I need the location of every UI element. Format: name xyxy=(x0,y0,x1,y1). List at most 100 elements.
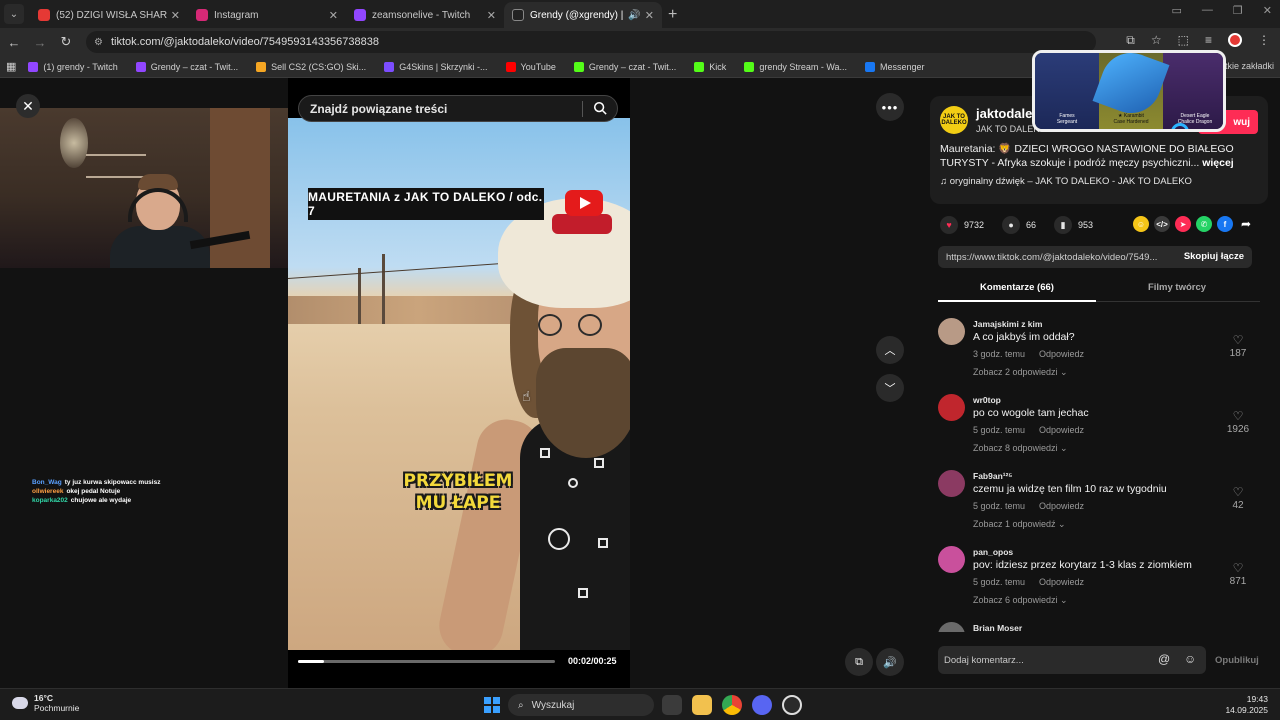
new-tab-icon[interactable]: + xyxy=(668,6,677,24)
other-bookmarks[interactable]: tkie zakładki xyxy=(1225,61,1274,71)
bookmark-item[interactable]: grendy Stream - Wa... xyxy=(744,61,847,72)
comment-avatar[interactable] xyxy=(938,546,965,573)
minimize-icon[interactable]: — xyxy=(1202,4,1213,17)
bookmark-item[interactable]: Grendy – czat - Twit... xyxy=(573,61,676,72)
file-explorer-icon[interactable] xyxy=(692,695,712,715)
site-settings-icon[interactable]: ⚙ xyxy=(94,37,103,48)
comment-timestamp: 3 godz. temu xyxy=(973,349,1026,359)
whatsapp-icon[interactable]: ✆ xyxy=(1196,216,1212,232)
search-icon[interactable] xyxy=(593,101,607,115)
audio-playing-icon[interactable]: 🔊 xyxy=(628,10,640,21)
browser-tab-1[interactable]: (52) DZIGI WISŁA SHARKS - PYT ✕ xyxy=(30,2,188,28)
comment-like-button[interactable]: ♡ 871 xyxy=(1224,562,1252,587)
maximize-icon[interactable]: ❐ xyxy=(1233,4,1243,17)
comment-avatar[interactable] xyxy=(938,622,965,632)
save-button[interactable]: ▮ 953 xyxy=(1054,216,1093,234)
apps-grid-icon[interactable]: ▦ xyxy=(6,60,16,73)
profile-avatar[interactable] xyxy=(1228,33,1242,47)
system-clock[interactable]: 19:43 14.09.2025 xyxy=(1225,694,1268,716)
volume-button[interactable]: 🔊 xyxy=(876,648,904,676)
comment-avatar[interactable] xyxy=(938,470,965,497)
bookmark-star-icon[interactable]: ☆ xyxy=(1151,33,1162,48)
view-replies-button[interactable]: Zobacz 8 odpowiedzi ⌄ xyxy=(973,443,1068,454)
bookmark-item[interactable]: Grendy – czat - Twit... xyxy=(135,61,238,72)
weather-widget[interactable]: 16°C Pochmurnie xyxy=(12,693,79,713)
reload-icon[interactable]: ↻ xyxy=(54,34,78,50)
close-tab-icon[interactable]: ✕ xyxy=(487,9,496,22)
tab-comments[interactable]: Komentarze (66) xyxy=(938,282,1096,302)
sound-link[interactable]: ♫ oryginalny dźwięk – JAK TO DALEKO - JA… xyxy=(940,176,1192,187)
comment-like-button[interactable]: ♡ 42 xyxy=(1224,486,1252,511)
bookmark-item[interactable]: (1) grendy - Twitch xyxy=(28,61,118,72)
obs-icon[interactable] xyxy=(782,695,802,715)
view-replies-button[interactable]: Zobacz 1 odpowiedź ⌄ xyxy=(973,519,1066,530)
facebook-icon[interactable]: f xyxy=(1217,216,1233,232)
share-arrow-icon[interactable]: ➦ xyxy=(1238,216,1254,232)
close-tab-icon[interactable]: ✕ xyxy=(171,9,180,22)
close-tab-icon[interactable]: ✕ xyxy=(329,9,338,22)
bookmark-item[interactable]: Kick xyxy=(694,61,726,72)
comment-like-button[interactable]: ♡ 1926 xyxy=(1224,410,1252,435)
reply-button[interactable]: Odpowiedz xyxy=(1039,349,1084,359)
comment-like-button[interactable]: ♡ 187 xyxy=(1224,334,1252,359)
bookmark-item[interactable]: G4Skins | Skrzynki -... xyxy=(384,61,488,72)
copy-link-button[interactable]: Skopiuj łącze xyxy=(1184,251,1244,262)
like-button[interactable]: ♥ 9732 xyxy=(940,216,984,234)
close-video-icon[interactable]: ✕ xyxy=(16,94,40,118)
install-app-icon[interactable]: ⧉ xyxy=(1126,33,1135,48)
more-options-button[interactable]: ••• xyxy=(876,93,904,121)
embed-icon[interactable]: </> xyxy=(1154,216,1170,232)
taskbar-search[interactable]: ⌕ Wyszukaj xyxy=(508,694,654,716)
start-windows-icon[interactable] xyxy=(484,697,500,713)
reply-button[interactable]: Odpowiedz xyxy=(1039,501,1084,511)
close-tab-icon[interactable]: ✕ xyxy=(645,9,654,22)
reply-button[interactable]: Odpowiedz xyxy=(1039,425,1084,435)
extensions-icon[interactable]: ⬚ xyxy=(1178,33,1189,48)
publish-button[interactable]: Opublikuj xyxy=(1215,655,1259,666)
back-icon[interactable]: ← xyxy=(2,35,26,50)
url-field[interactable]: ⚙ tiktok.com/@jaktodaleko/video/75495931… xyxy=(86,31,1096,53)
emoji-icon[interactable]: ☺ xyxy=(1133,216,1149,232)
comment-avatar[interactable] xyxy=(938,318,965,345)
browser-tab-4-active[interactable]: Grendy (@xgrendy) | TikTok 🔊 ✕ xyxy=(504,2,662,28)
forward-icon[interactable]: → xyxy=(28,35,52,50)
emoji-picker-icon[interactable]: ☺ xyxy=(1184,652,1196,666)
menu-kebab-icon[interactable]: ⋮ xyxy=(1258,33,1270,48)
related-search-input[interactable]: Znajdź powiązane treści xyxy=(298,95,618,122)
tab-search-dropdown[interactable]: ⌄ xyxy=(4,4,24,24)
bookmark-item[interactable]: Sell CS2 (CS:GO) Ski... xyxy=(256,61,366,72)
reply-button[interactable]: Odpowiedz xyxy=(1039,577,1084,587)
comment-username[interactable]: wr0top xyxy=(973,395,1001,405)
close-window-icon[interactable]: ✕ xyxy=(1263,4,1272,17)
mention-icon[interactable]: @ xyxy=(1158,652,1170,666)
video-player[interactable]: MAURETANIA z JAK TO DALEKO / odc. 7 PRZY… xyxy=(288,78,630,688)
cast-icon[interactable]: ▭ xyxy=(1172,4,1182,17)
creator-avatar[interactable]: JAK TO DALEKO xyxy=(940,106,968,134)
previous-video-button[interactable]: ︿ xyxy=(876,336,904,364)
comment-username[interactable]: Brian Moser xyxy=(973,623,1022,632)
chrome-icon[interactable] xyxy=(722,695,742,715)
browser-tab-2[interactable]: Instagram ✕ xyxy=(188,2,346,28)
browser-tab-3[interactable]: zeamsonelive - Twitch ✕ xyxy=(346,2,504,28)
comment-username[interactable]: Jamajskimi z kim xyxy=(973,319,1042,329)
creator-username[interactable]: jaktodale xyxy=(976,106,1032,121)
add-comment-input[interactable]: Dodaj komentarz... @ ☺ xyxy=(938,646,1206,674)
more-link[interactable]: więcej xyxy=(1202,157,1234,169)
send-icon[interactable]: ➤ xyxy=(1175,216,1191,232)
next-video-button[interactable]: ﹀ xyxy=(876,374,904,402)
discord-icon[interactable] xyxy=(752,695,772,715)
miniplayer-button[interactable]: ⧉ xyxy=(845,648,873,676)
task-view-icon[interactable] xyxy=(662,695,682,715)
video-progress-bar[interactable] xyxy=(298,660,555,663)
view-replies-button[interactable]: Zobacz 2 odpowiedzi ⌄ xyxy=(973,367,1068,378)
comment-avatar[interactable] xyxy=(938,394,965,421)
comment-username[interactable]: pan_opos xyxy=(973,547,1013,557)
comment-username[interactable]: Fab9an¹²⁵ xyxy=(973,471,1012,481)
media-queue-icon[interactable]: ≡ xyxy=(1205,33,1212,48)
bookmark-item[interactable]: YouTube xyxy=(505,61,556,72)
post-link-field[interactable]: https://www.tiktok.com/@jaktodaleko/vide… xyxy=(938,246,1252,268)
bookmark-item[interactable]: Messenger xyxy=(865,61,925,72)
comment-button[interactable]: ● 66 xyxy=(1002,216,1036,234)
tab-creator-videos[interactable]: Filmy twórcy xyxy=(1098,282,1256,293)
view-replies-button[interactable]: Zobacz 6 odpowiedzi ⌄ xyxy=(973,595,1068,606)
